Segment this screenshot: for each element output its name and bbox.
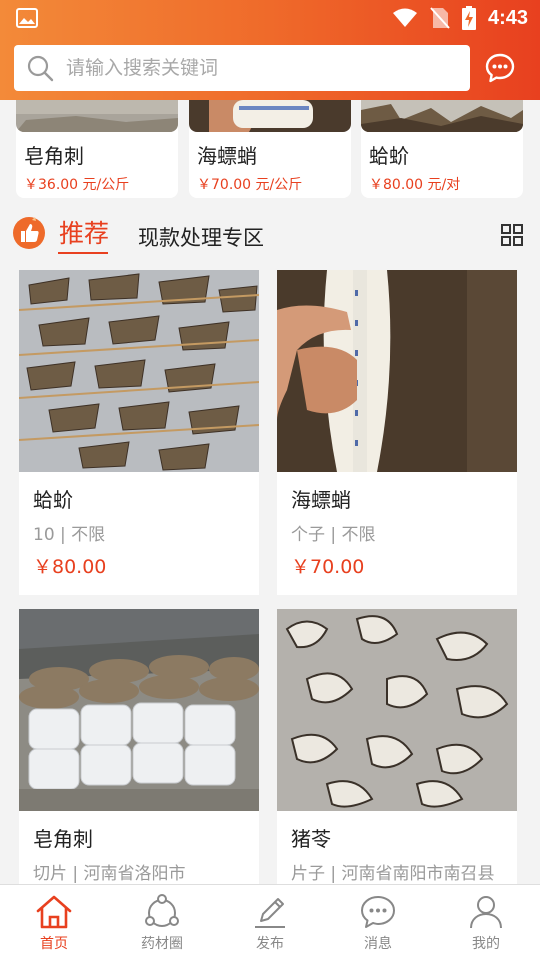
status-right: 4:43	[392, 6, 528, 30]
product-spec: 10 | 不限	[33, 525, 106, 545]
nav-item-home[interactable]: 首页	[0, 885, 108, 960]
nav-item-mine[interactable]: 我的	[432, 885, 540, 960]
top-product-card[interactable]: 蛤蚧 ￥80.00 元/对	[361, 100, 523, 198]
pencil-icon	[255, 898, 285, 928]
product-spec: 片子 | 河南省南阳市南召县	[291, 864, 495, 884]
product-name: 皂角刺	[33, 827, 93, 851]
product-name: 海螵蛸	[197, 144, 257, 168]
status-time: 4:43	[487, 6, 528, 29]
search-input[interactable]	[66, 57, 446, 79]
no-sim-icon	[430, 7, 450, 29]
share-circle-icon	[145, 894, 179, 927]
user-icon	[470, 896, 502, 929]
tab-recommend[interactable]: 推荐	[59, 214, 109, 250]
nav-label-circle: 药材圈	[141, 936, 183, 952]
product-name: 猪苓	[291, 827, 331, 851]
product-price: ￥70.00 元/公斤	[197, 177, 303, 193]
thumbs-up-icon	[13, 217, 45, 249]
product-name: 蛤蚧	[33, 488, 73, 512]
nav-item-messages[interactable]: 消息	[324, 885, 432, 960]
tab-active-indicator	[58, 252, 108, 254]
product-card[interactable]: 海螵蛸 个子 | 不限 ￥70.00	[277, 270, 517, 595]
product-card[interactable]: 猪苓 片子 | 河南省南阳市南召县	[277, 609, 517, 884]
nav-label-publish: 发布	[256, 936, 284, 952]
product-spec: 个子 | 不限	[291, 525, 376, 545]
top-product-card[interactable]: 皂角刺 ￥36.00 元/公斤	[16, 100, 178, 198]
product-image	[189, 100, 351, 132]
product-card[interactable]: 蛤蚧 10 | 不限 ￥80.00	[19, 270, 259, 595]
product-name: 海螵蛸	[291, 488, 351, 512]
gallery-notification-icon	[16, 8, 38, 28]
product-name: 皂角刺	[24, 144, 84, 168]
product-image	[19, 270, 259, 472]
product-card[interactable]: 皂角刺 切片 | 河南省洛阳市	[19, 609, 259, 884]
top-product-card[interactable]: 海螵蛸 ￥70.00 元/公斤	[189, 100, 351, 198]
product-price: ￥80.00	[33, 556, 107, 578]
nav-item-publish[interactable]: 发布	[216, 885, 324, 960]
tab-clearance[interactable]: 现款处理专区	[138, 222, 264, 252]
grid-view-icon[interactable]	[500, 223, 524, 247]
product-image	[277, 270, 517, 472]
top-product-strip: 皂角刺 ￥36.00 元/公斤 海螵蛸 ￥70.00 元/公斤 蛤蚧 ￥80.0…	[0, 100, 540, 200]
product-image	[19, 609, 259, 811]
chat-bubble-icon[interactable]	[484, 52, 516, 84]
product-price: ￥36.00 元/公斤	[24, 177, 130, 193]
home-icon	[36, 895, 72, 929]
search-bar[interactable]	[14, 45, 470, 91]
search-icon	[27, 55, 54, 82]
nav-label-mine: 我的	[472, 936, 500, 952]
nav-label-messages: 消息	[364, 936, 392, 952]
product-price: ￥70.00	[291, 556, 365, 578]
nav-item-circle[interactable]: 药材圈	[108, 885, 216, 960]
wifi-icon	[392, 8, 417, 27]
product-image	[277, 609, 517, 811]
app-header: 4:43	[0, 0, 540, 100]
bottom-navigation: 首页 药材圈 发布 消息 我的	[0, 884, 540, 960]
product-price: ￥80.00 元/对	[369, 177, 461, 193]
product-image	[16, 100, 178, 132]
recommend-tab-row: 推荐 现款处理专区	[0, 210, 540, 262]
product-image	[361, 100, 523, 132]
nav-label-home: 首页	[40, 936, 68, 952]
status-bar: 4:43	[0, 0, 540, 36]
battery-charging-icon	[461, 6, 476, 30]
product-name: 蛤蚧	[369, 144, 409, 168]
product-spec: 切片 | 河南省洛阳市	[33, 864, 186, 884]
message-icon	[361, 896, 395, 928]
